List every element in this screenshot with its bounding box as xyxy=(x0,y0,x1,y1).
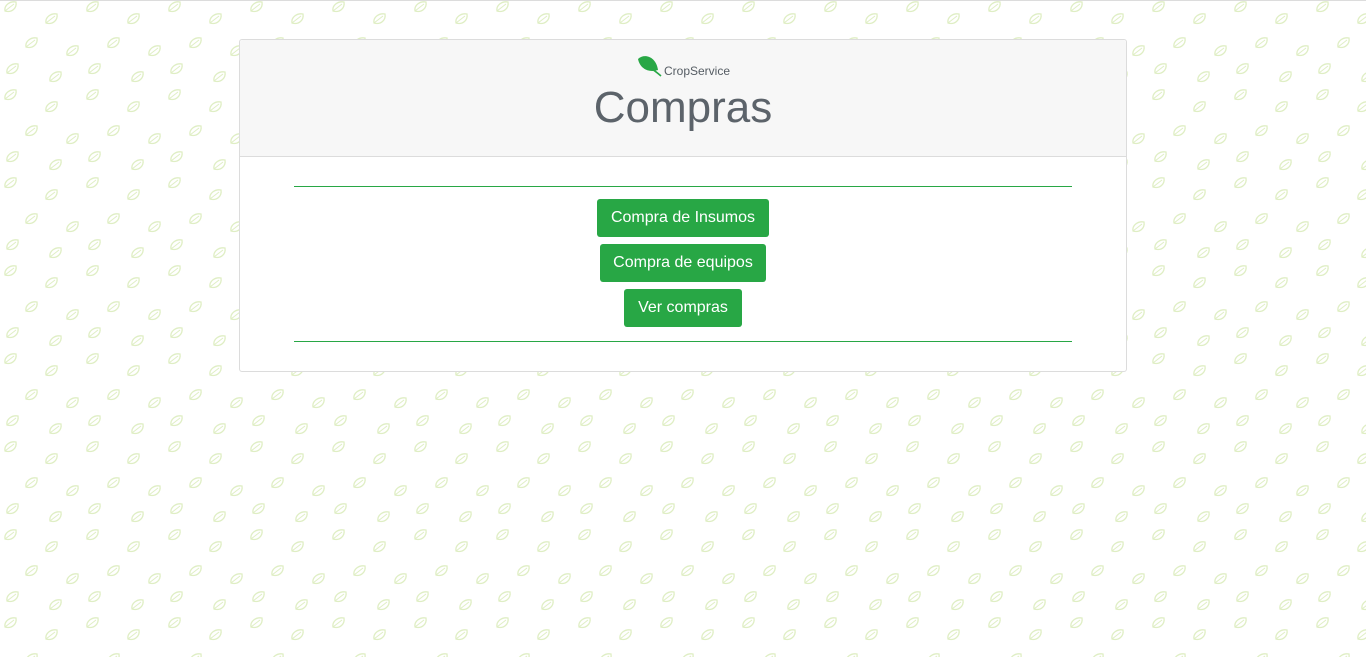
window-top-border xyxy=(0,0,1366,1)
card-body: Compra de Insumos Compra de equipos Ver … xyxy=(240,157,1126,371)
divider-top xyxy=(294,186,1072,187)
compra-equipos-button[interactable]: Compra de equipos xyxy=(600,244,766,282)
card-header: CropService Compras xyxy=(240,40,1126,157)
compra-insumos-button[interactable]: Compra de Insumos xyxy=(597,199,769,237)
page-title: Compras xyxy=(593,83,773,132)
brand[interactable]: CropService xyxy=(240,52,1126,78)
divider-bottom xyxy=(294,341,1072,342)
leaf-icon xyxy=(637,56,662,77)
compras-card: CropService Compras Compra de Insumos Co… xyxy=(239,39,1127,372)
brand-name: CropService xyxy=(663,64,731,78)
ver-compras-button[interactable]: Ver compras xyxy=(624,289,742,327)
